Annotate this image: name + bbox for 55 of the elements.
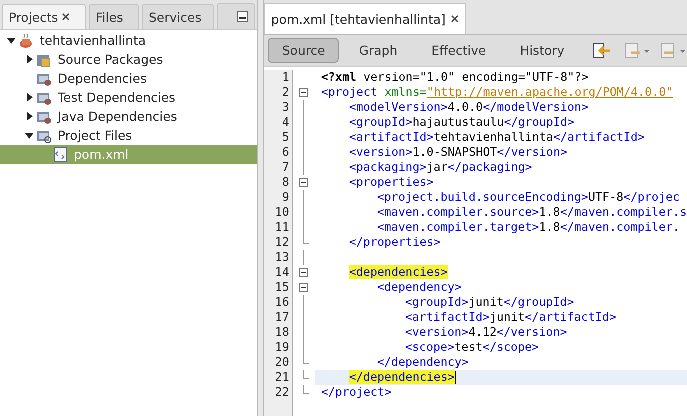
line-number: 19 bbox=[274, 340, 290, 355]
tree-item[interactable]: Project Files bbox=[0, 126, 258, 145]
line-number: 11 bbox=[274, 220, 290, 235]
code-line: <packaging>jar</packaging> bbox=[349, 160, 532, 174]
code-line: <modelVersion>4.0.0</modelVersion> bbox=[349, 100, 589, 114]
line-number: 16 bbox=[274, 295, 290, 310]
code-line: <version>1.0-SNAPSHOT</version> bbox=[349, 145, 568, 159]
tree-item[interactable]: Dependencies bbox=[0, 69, 258, 88]
code-line: <properties> bbox=[349, 175, 434, 189]
code-line: <?xml version="1.0" encoding="UTF-8"?> bbox=[321, 70, 589, 84]
view-button[interactable]: History bbox=[506, 38, 579, 63]
tree-item[interactable]: Java Dependencies bbox=[0, 107, 258, 126]
line-number: 13 bbox=[274, 250, 290, 265]
panel-tab[interactable]: Files bbox=[89, 4, 139, 29]
view-button[interactable]: Effective bbox=[418, 38, 500, 63]
line-number: 1 bbox=[281, 70, 290, 85]
code-line: <maven.compiler.target>1.8</maven.compiler. bbox=[377, 220, 680, 234]
view-button[interactable]: Graph bbox=[345, 38, 412, 63]
panel-tab[interactable]: Projects bbox=[2, 4, 86, 29]
code-line: <version>4.12</version> bbox=[405, 325, 568, 339]
line-number: 2 bbox=[281, 85, 290, 100]
code-line: <groupId>hajautustaulu</groupId> bbox=[349, 115, 575, 129]
code-line: <artifactId>tehtavienhallinta</artifactId> bbox=[349, 130, 645, 144]
code-line: <maven.compiler.source>1.8</maven.compiler.s bbox=[377, 205, 687, 219]
line-number: 22 bbox=[274, 385, 290, 400]
code-line: <artifactId>junit</artifactId> bbox=[405, 310, 616, 324]
line-number: 8 bbox=[281, 175, 290, 190]
line-number: 18 bbox=[274, 325, 290, 340]
editor-tab[interactable]: pom.xml [tehtavienhallinta] bbox=[264, 3, 466, 34]
tree-item[interactable]: Source Packages bbox=[0, 50, 258, 69]
code-line: <project.build.sourceEncoding>UTF-8</projec bbox=[377, 190, 680, 204]
tree-item[interactable]: Test Dependencies bbox=[0, 88, 258, 107]
panel-tab[interactable]: Services bbox=[142, 4, 214, 29]
line-number: 9 bbox=[281, 190, 290, 205]
code-line: </project> bbox=[321, 385, 392, 399]
tree-item[interactable]: tehtavienhallinta bbox=[0, 31, 258, 50]
code-line: </dependency> bbox=[377, 355, 469, 369]
line-number: 5 bbox=[281, 130, 290, 145]
view-button[interactable]: Source bbox=[268, 38, 340, 63]
line-number: 21 bbox=[274, 370, 290, 385]
line-number: 4 bbox=[281, 115, 290, 130]
line-number: 20 bbox=[274, 355, 290, 370]
line-number: 15 bbox=[274, 280, 290, 295]
line-number: 7 bbox=[281, 160, 290, 175]
code-line: <groupId>junit</groupId> bbox=[405, 295, 574, 309]
line-number: 17 bbox=[274, 310, 290, 325]
line-number: 6 bbox=[281, 145, 290, 160]
code-line: <scope>test</scope> bbox=[405, 340, 540, 354]
code-line: <dependency> bbox=[377, 280, 462, 294]
code-line: </properties> bbox=[349, 235, 441, 249]
code-line: <project xmlns="http://maven.apache.org/POM/4.0.0" bbox=[321, 85, 674, 99]
line-number: 12 bbox=[274, 235, 290, 250]
line-number: 14 bbox=[274, 265, 290, 280]
line-number: 10 bbox=[274, 205, 290, 220]
line-number: 3 bbox=[281, 100, 290, 115]
